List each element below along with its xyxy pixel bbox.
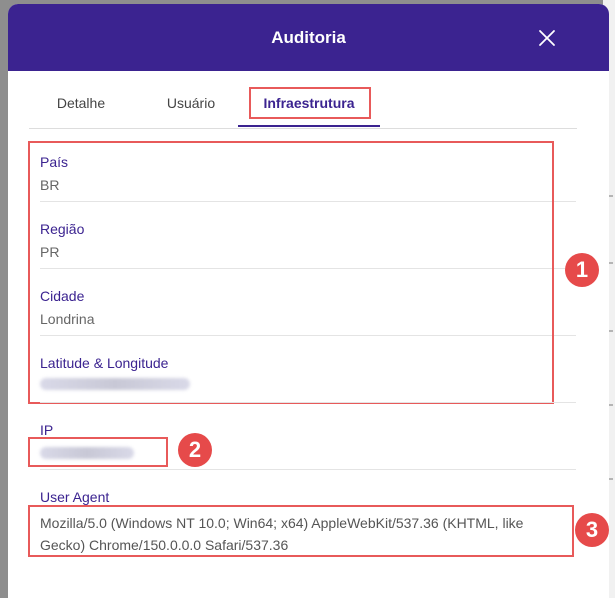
ip-label: IP: [40, 422, 54, 438]
modal-title: Auditoria: [271, 27, 346, 47]
annotation-badge-3: 3: [575, 513, 609, 547]
close-icon: [539, 30, 555, 46]
tab-highlight-box: [249, 87, 371, 119]
highlight-box-2: [28, 437, 168, 467]
close-button[interactable]: [537, 28, 557, 48]
divider: [40, 469, 576, 470]
modal-header: Auditoria: [8, 4, 609, 71]
annotation-badge-2: 2: [178, 433, 212, 467]
user-agent-label: User Agent: [40, 489, 110, 505]
divider: [40, 402, 576, 403]
audit-modal: Auditoria Detalhe Usuário Infraestrutura…: [8, 4, 609, 598]
annotation-badge-1: 1: [565, 253, 599, 287]
tab-detalhe[interactable]: Detalhe: [41, 86, 121, 127]
highlight-box-3: [28, 505, 574, 557]
tab-usuario[interactable]: Usuário: [141, 86, 241, 127]
highlight-box-1: [28, 141, 554, 404]
